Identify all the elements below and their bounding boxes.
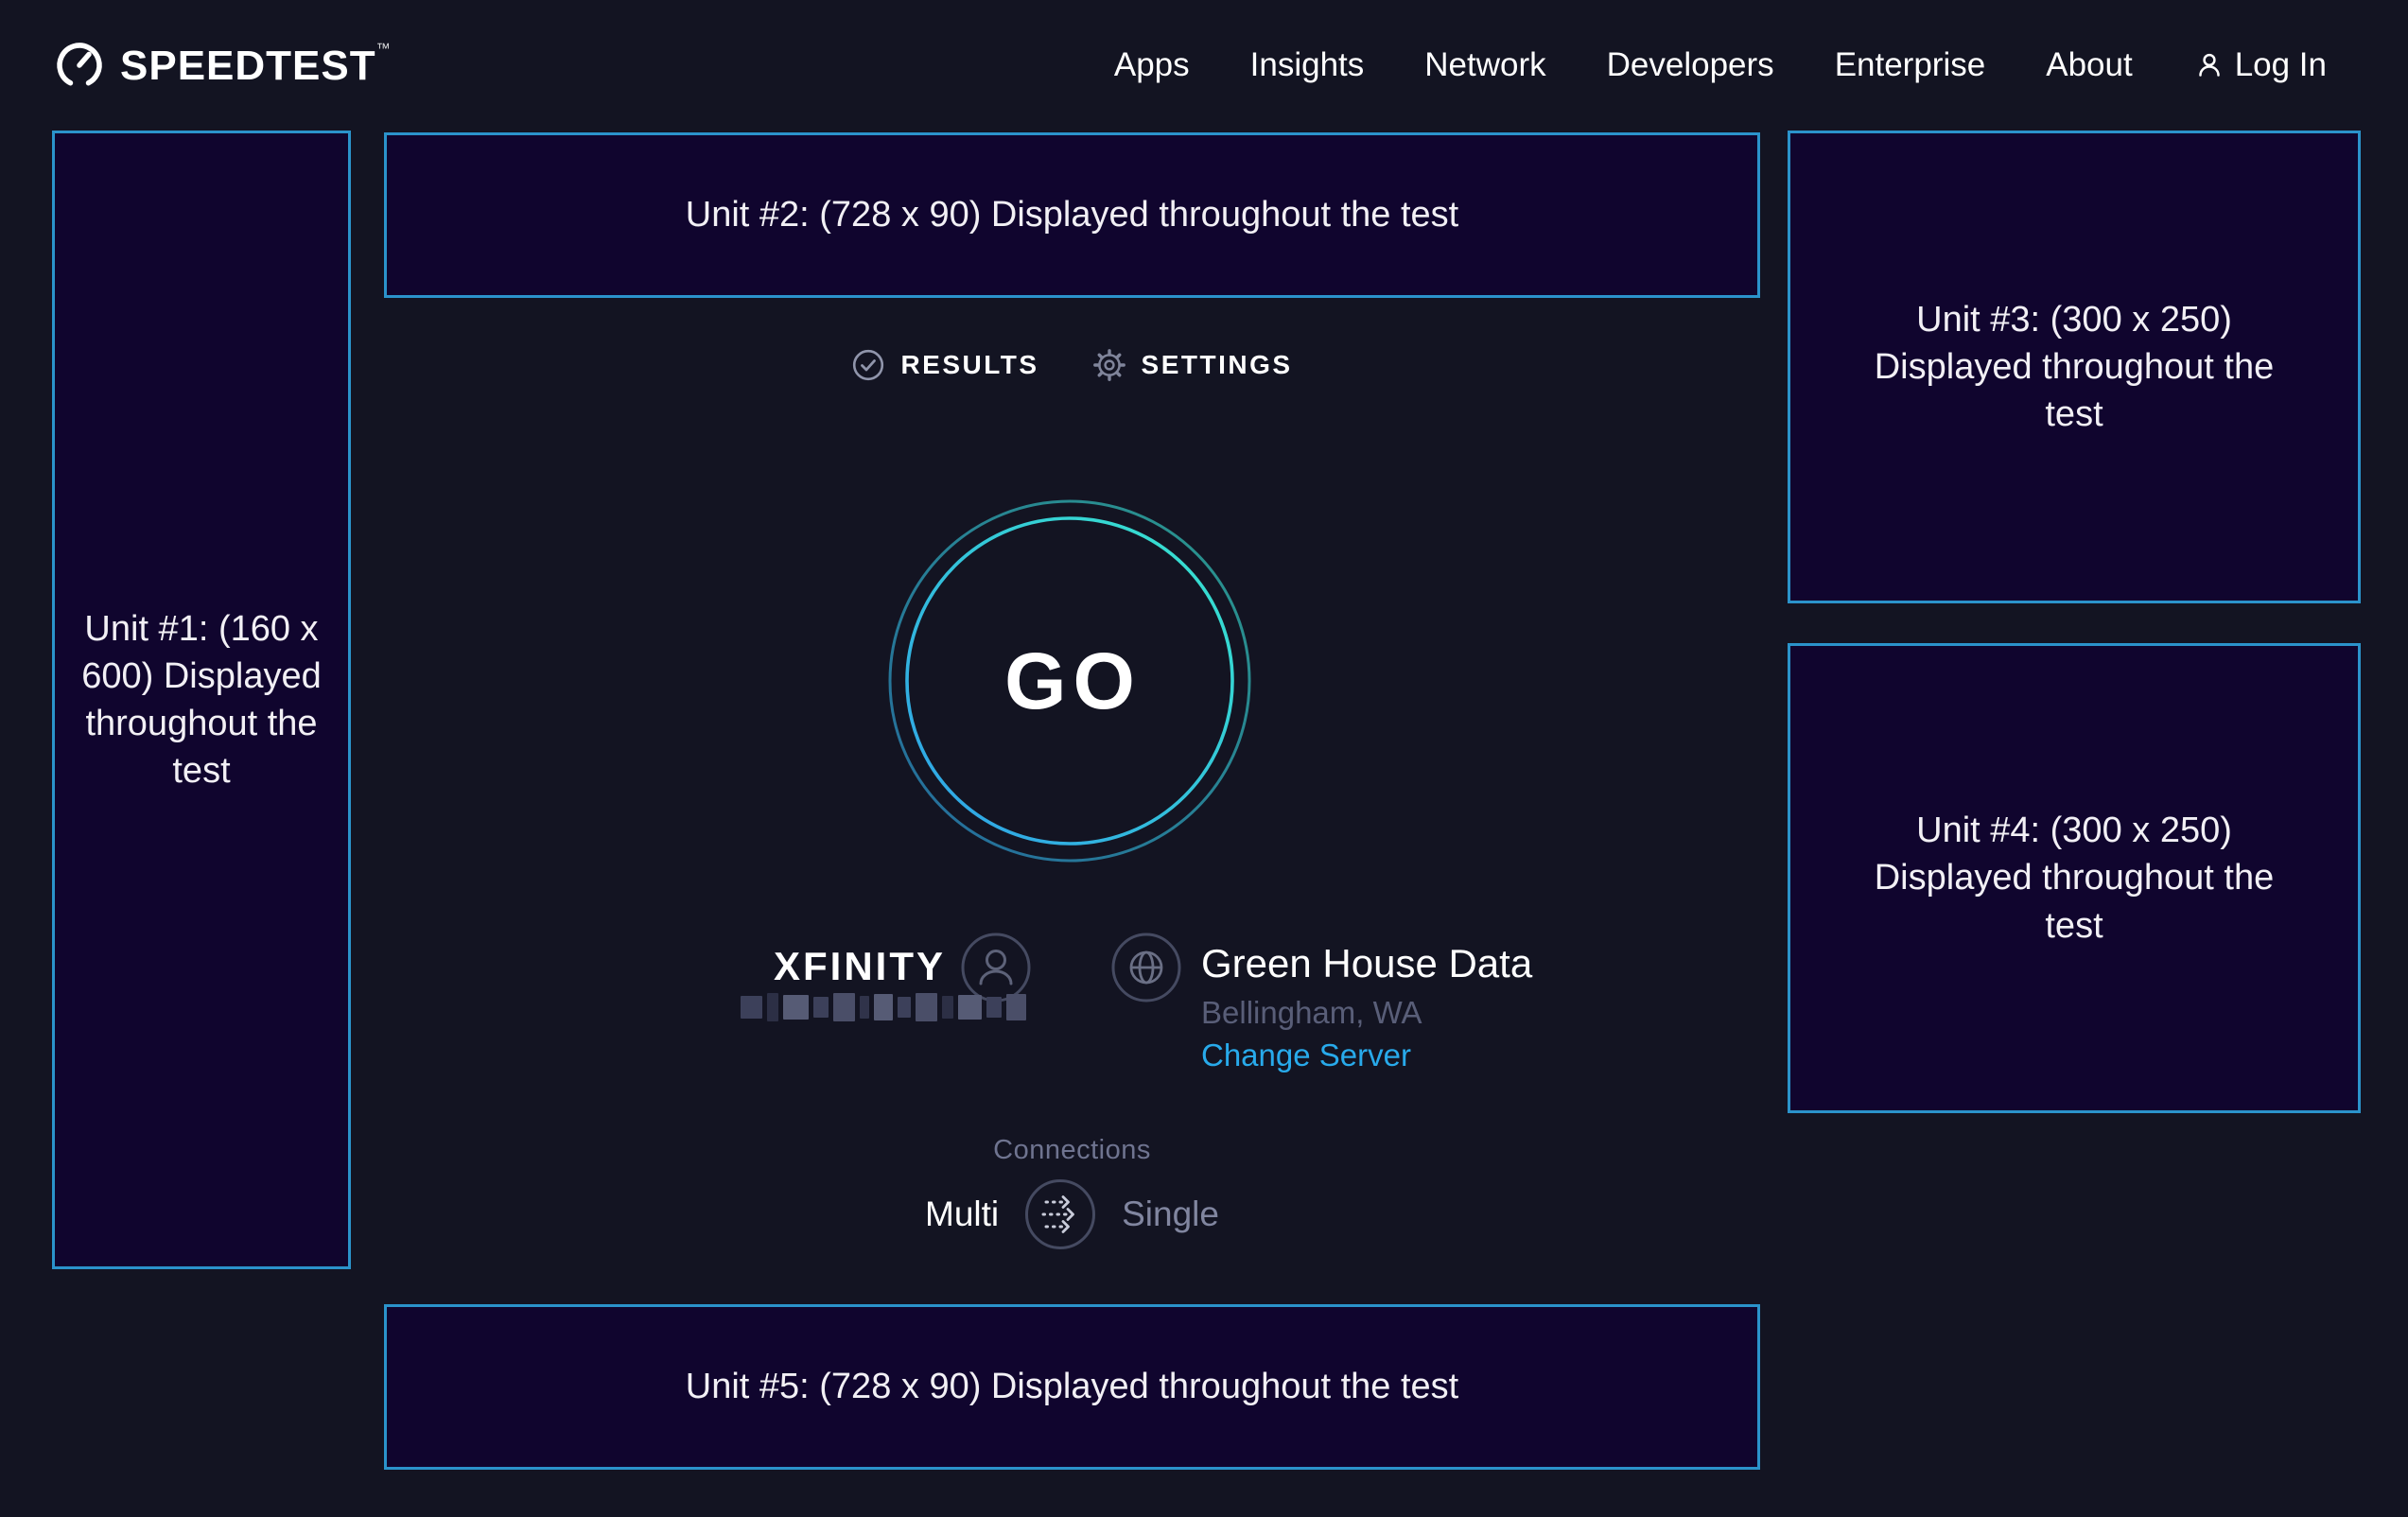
tab-settings[interactable]: SETTINGS — [1092, 348, 1293, 382]
trademark-mark: ™ — [376, 41, 392, 57]
server-location: Bellingham, WA — [1201, 995, 1422, 1031]
nav-item-about[interactable]: About — [2046, 46, 2132, 84]
nav-item-insights[interactable]: Insights — [1250, 46, 1365, 84]
tab-results[interactable]: RESULTS — [851, 348, 1038, 382]
tab-bar: RESULTS — [384, 340, 1760, 390]
gear-icon — [1092, 348, 1126, 382]
nav-item-enterprise[interactable]: Enterprise — [1835, 46, 1986, 84]
speedtest-gauge-icon — [52, 38, 107, 93]
ad-unit-3[interactable]: Unit #3: (300 x 250) Displayed throughou… — [1788, 131, 2361, 603]
connections-title: Connections — [384, 1135, 1760, 1166]
user-icon — [2193, 49, 2225, 81]
globe-circle-icon — [1110, 932, 1182, 1008]
nav-item-apps[interactable]: Apps — [1114, 46, 1190, 84]
main-nav: Apps Insights Network Developers Enterpr… — [1114, 46, 2327, 84]
go-label: GO — [887, 498, 1252, 863]
nav-item-developers[interactable]: Developers — [1607, 46, 1774, 84]
connections-multi-option[interactable]: Multi — [925, 1194, 999, 1234]
speedtest-logo[interactable]: SPEEDTEST™ — [52, 38, 392, 93]
ad-unit-2[interactable]: Unit #2: (728 x 90) Displayed throughout… — [384, 132, 1760, 298]
ad-unit-5[interactable]: Unit #5: (728 x 90) Displayed throughout… — [384, 1304, 1760, 1470]
multi-connection-icon[interactable] — [1023, 1177, 1097, 1251]
nav-item-network[interactable]: Network — [1424, 46, 1545, 84]
provider-name: XFINITY — [662, 944, 946, 989]
header: SPEEDTEST™ Apps Insights Network Develop… — [0, 0, 2408, 131]
server-name: Green House Data — [1201, 941, 1532, 986]
redacted-ip-blur — [741, 989, 1026, 1025]
ad-unit-2-label: Unit #2: (728 x 90) Displayed throughout… — [686, 191, 1458, 238]
ad-unit-4-label: Unit #4: (300 x 250) Displayed throughou… — [1857, 807, 2292, 949]
check-circle-icon — [851, 348, 885, 382]
speedtest-page: SPEEDTEST™ Apps Insights Network Develop… — [0, 0, 2408, 1517]
go-button[interactable]: GO — [887, 498, 1252, 863]
connections-toggle: Multi Single — [384, 1177, 1760, 1252]
connections-single-option[interactable]: Single — [1122, 1194, 1219, 1234]
ad-unit-4[interactable]: Unit #4: (300 x 250) Displayed throughou… — [1788, 643, 2361, 1113]
ad-unit-1[interactable]: Unit #1: (160 x 600) Displayed throughou… — [52, 131, 351, 1269]
login-button[interactable]: Log In — [2193, 46, 2327, 84]
tab-results-label: RESULTS — [900, 350, 1038, 380]
logo-text: SPEEDTEST™ — [120, 41, 392, 90]
ad-unit-5-label: Unit #5: (728 x 90) Displayed throughout… — [686, 1363, 1458, 1410]
login-label: Log In — [2235, 46, 2327, 84]
tab-settings-label: SETTINGS — [1142, 350, 1293, 380]
ad-unit-3-label: Unit #3: (300 x 250) Displayed throughou… — [1857, 296, 2292, 438]
ad-unit-1-label: Unit #1: (160 x 600) Displayed throughou… — [76, 605, 327, 795]
change-server-link[interactable]: Change Server — [1201, 1037, 1411, 1073]
